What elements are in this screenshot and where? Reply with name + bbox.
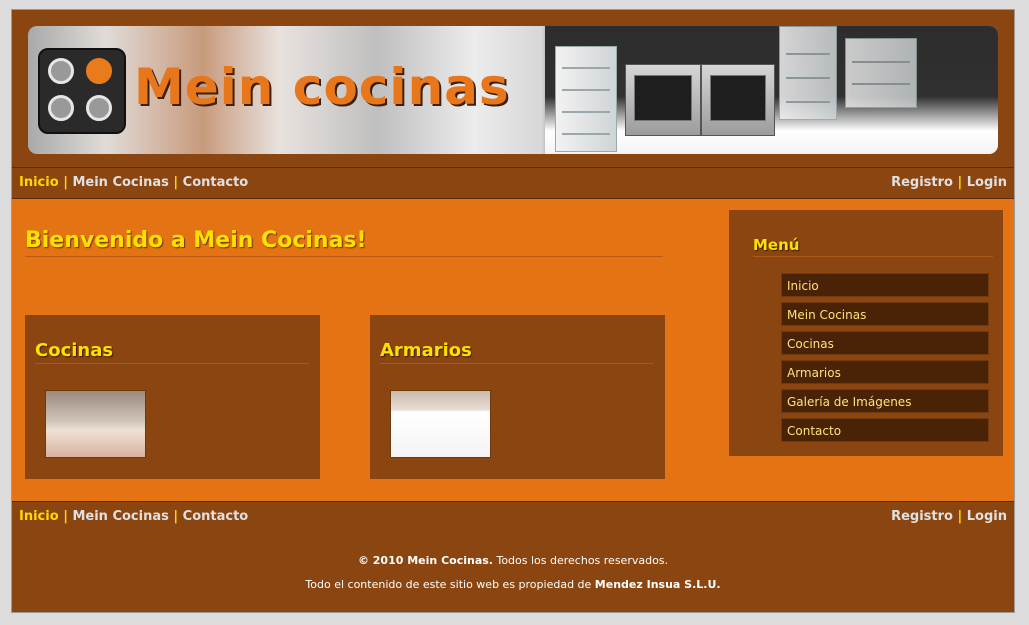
- sidebar-item-cocinas[interactable]: Cocinas: [781, 331, 989, 355]
- oven-image: [625, 64, 701, 136]
- header: Mein cocinas: [12, 10, 1014, 167]
- page: Mein cocinas Inicio | Mein Cocinas | Con…: [11, 9, 1015, 613]
- top-nav: Inicio | Mein Cocinas | Contacto Registr…: [12, 167, 1014, 199]
- bottom-nav: Inicio | Mein Cocinas | Contacto Registr…: [12, 501, 1014, 533]
- burner-icon: [86, 95, 112, 121]
- nav-link-contacto[interactable]: Contacto: [183, 175, 249, 190]
- nav-link-inicio[interactable]: Inicio: [19, 175, 59, 190]
- brand-logo-text: Mein cocinas: [134, 58, 510, 116]
- copyright-rest: Todos los derechos reservados.: [496, 554, 669, 567]
- ownership-line: Todo el contenido de este sitio web es p…: [12, 578, 1014, 591]
- category-box-armarios: Armarios: [370, 315, 665, 479]
- owner-name: Mendez Insua S.L.U.: [594, 578, 721, 591]
- nav-link-mein-cocinas[interactable]: Mein Cocinas: [72, 175, 168, 190]
- sidebar-menu: Menú Inicio Mein Cocinas Cocinas Armario…: [729, 210, 1003, 456]
- burner-icon: [48, 58, 74, 84]
- sidebar-item-contacto[interactable]: Contacto: [781, 418, 989, 442]
- drawer-image: [845, 38, 917, 108]
- burner-icon: [86, 58, 112, 84]
- kitchen-photo: [545, 26, 998, 154]
- sidebar-title: Menú: [753, 236, 993, 257]
- welcome-heading: Bienvenido a Mein Cocinas!: [25, 228, 663, 257]
- freezer-image: [555, 46, 617, 152]
- fridge-image: [779, 26, 837, 120]
- nav-separator: |: [957, 175, 963, 190]
- nav-link-registro[interactable]: Registro: [891, 509, 953, 524]
- footer: © 2010 Mein Cocinas. Todos los derechos …: [12, 532, 1014, 612]
- sidebar-item-inicio[interactable]: Inicio: [781, 273, 989, 297]
- nav-link-contacto[interactable]: Contacto: [183, 509, 249, 524]
- nav-separator: |: [173, 175, 179, 190]
- nav-link-mein-cocinas[interactable]: Mein Cocinas: [72, 509, 168, 524]
- nav-separator: |: [63, 509, 68, 524]
- nav-link-inicio[interactable]: Inicio: [19, 509, 59, 524]
- category-title[interactable]: Cocinas: [35, 340, 309, 364]
- ownership-text: Todo el contenido de este sitio web es p…: [305, 578, 592, 591]
- nav-link-login[interactable]: Login: [967, 509, 1007, 524]
- oven-image: [701, 64, 775, 136]
- nav-link-login[interactable]: Login: [967, 175, 1007, 190]
- copyright-bold: © 2010 Mein Cocinas.: [357, 554, 493, 567]
- category-box-cocinas: Cocinas: [25, 315, 320, 479]
- nav-separator: |: [957, 509, 963, 524]
- nav-separator: |: [63, 175, 68, 190]
- nav-separator: |: [173, 509, 179, 524]
- burner-icon: [48, 95, 74, 121]
- cooktop-logo-icon: [38, 48, 126, 134]
- copyright-line: © 2010 Mein Cocinas. Todos los derechos …: [12, 554, 1014, 567]
- header-banner: Mein cocinas: [28, 26, 998, 154]
- nav-link-registro[interactable]: Registro: [891, 175, 953, 190]
- sidebar-item-armarios[interactable]: Armarios: [781, 360, 989, 384]
- category-title[interactable]: Armarios: [380, 340, 654, 364]
- sidebar-item-galeria[interactable]: Galería de Imágenes: [781, 389, 989, 413]
- cocinas-thumbnail[interactable]: [45, 390, 146, 458]
- armarios-thumbnail[interactable]: [390, 390, 491, 458]
- sidebar-item-mein-cocinas[interactable]: Mein Cocinas: [781, 302, 989, 326]
